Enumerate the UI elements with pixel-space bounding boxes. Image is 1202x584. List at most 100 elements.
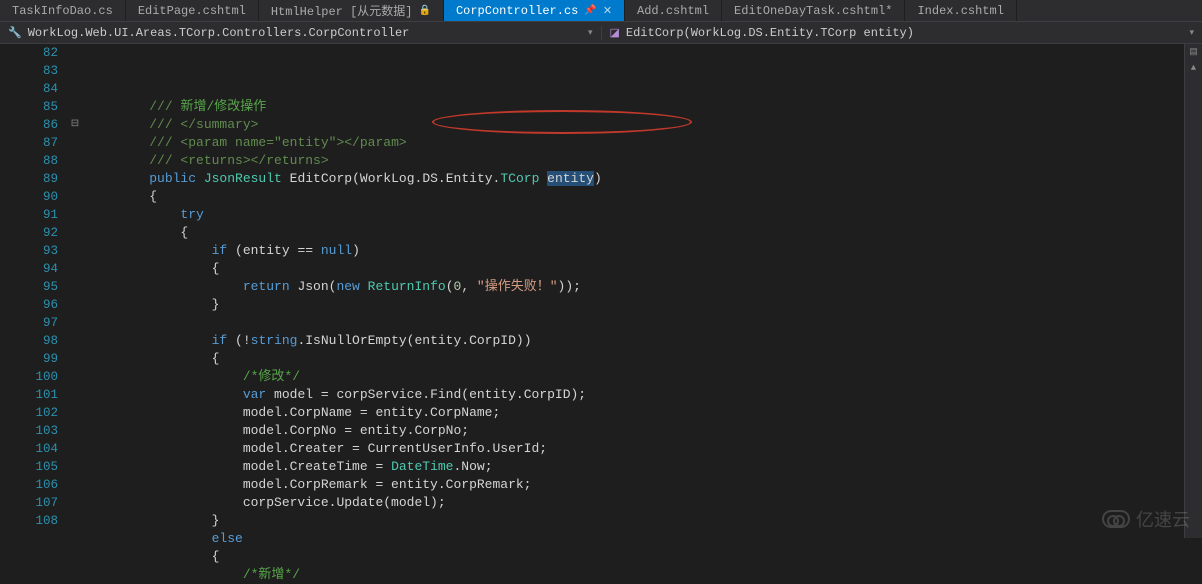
close-icon[interactable]: ✕ — [603, 4, 612, 18]
code-line[interactable]: model.CreateTime = DateTime.Now; — [118, 458, 1184, 476]
code-line[interactable]: /*修改*/ — [118, 368, 1184, 386]
code-line[interactable]: { — [118, 260, 1184, 278]
tab[interactable]: CorpController.cs 📌 ✕ — [444, 0, 625, 21]
fold-toggle — [68, 98, 82, 116]
code-token: var — [243, 387, 274, 402]
code-token: { — [212, 351, 220, 366]
line-number: 92 — [0, 224, 58, 242]
fold-toggle — [68, 440, 82, 458]
tab[interactable]: TaskInfoDao.cs — [0, 0, 126, 21]
code-line[interactable]: } — [118, 296, 1184, 314]
code-line[interactable]: /// </summary> — [118, 116, 1184, 134]
tab[interactable]: EditPage.cshtml — [126, 0, 259, 21]
code-line[interactable]: public JsonResult EditCorp(WorkLog.DS.En… — [118, 170, 1184, 188]
line-number: 98 — [0, 332, 58, 350]
breadcrumb-left[interactable]: 🔧 WorkLog.Web.UI.Areas.TCorp.Controllers… — [0, 26, 601, 40]
code-token: string — [251, 333, 298, 348]
tab-label: CorpController.cs — [456, 4, 578, 18]
line-number: 107 — [0, 494, 58, 512]
line-number: 90 — [0, 188, 58, 206]
code-token: TCorp — [500, 171, 547, 186]
split-icon[interactable]: ▤ — [1185, 44, 1202, 60]
code-token: /// <returns></returns> — [149, 153, 328, 168]
code-area[interactable]: /// 新增/修改操作 /// </summary> /// <param na… — [82, 44, 1184, 538]
line-number: 106 — [0, 476, 58, 494]
tab[interactable]: EditOneDayTask.cshtml* — [722, 0, 905, 21]
code-line[interactable]: { — [118, 350, 1184, 368]
pin-icon[interactable]: 📌 — [584, 5, 596, 17]
code-line[interactable]: { — [118, 188, 1184, 206]
code-line[interactable] — [118, 314, 1184, 332]
code-line[interactable]: /// 新增/修改操作 — [118, 98, 1184, 116]
code-token: { — [212, 261, 220, 276]
line-number: 86 — [0, 116, 58, 134]
code-line[interactable]: model.CorpRemark = entity.CorpRemark; — [118, 476, 1184, 494]
vertical-scrollbar[interactable]: ▤ ▲ — [1184, 44, 1202, 538]
fold-toggle — [68, 404, 82, 422]
code-token: model.CorpName = entity.CorpName; — [243, 405, 500, 420]
code-token: if — [212, 333, 235, 348]
code-line[interactable]: /// <param name="entity"></param> — [118, 134, 1184, 152]
fold-toggle — [68, 350, 82, 368]
code-line[interactable]: var model = corpService.Find(entity.Corp… — [118, 386, 1184, 404]
code-line[interactable]: if (entity == null) — [118, 242, 1184, 260]
tab[interactable]: Add.cshtml — [625, 0, 722, 21]
fold-toggle — [68, 62, 82, 80]
code-line[interactable]: /// <returns></returns> — [118, 152, 1184, 170]
breadcrumb-method: EditCorp(WorkLog.DS.Entity.TCorp entity) — [626, 26, 914, 40]
code-line[interactable]: model.CorpNo = entity.CorpNo; — [118, 422, 1184, 440]
code-line[interactable]: return Json(new ReturnInfo(0, "操作失败！")); — [118, 278, 1184, 296]
code-token: model = corpService.Find(entity.CorpID); — [274, 387, 586, 402]
line-number: 96 — [0, 296, 58, 314]
tab-label: TaskInfoDao.cs — [12, 4, 113, 18]
code-line[interactable]: corpService.Update(model); — [118, 494, 1184, 512]
tab[interactable]: HtmlHelper [从元数据]🔒 — [259, 0, 444, 21]
code-line[interactable]: /*新增*/ — [118, 566, 1184, 584]
code-token: if — [212, 243, 235, 258]
code-token: { — [149, 189, 157, 204]
code-token: /*新增*/ — [243, 567, 300, 582]
code-token: entity — [547, 171, 594, 186]
code-token: ) — [352, 243, 360, 258]
fold-toggle — [68, 314, 82, 332]
code-line[interactable]: else — [118, 530, 1184, 548]
line-number: 93 — [0, 242, 58, 260]
code-editor[interactable]: 8283848586878889909192939495969798991001… — [0, 44, 1202, 538]
tab-label: Index.cshtml — [917, 4, 1003, 18]
code-token: . — [438, 171, 446, 186]
fold-toggle — [68, 386, 82, 404]
breadcrumb-right[interactable]: ◪ EditCorp(WorkLog.DS.Entity.TCorp entit… — [601, 26, 1202, 40]
fold-toggle — [68, 206, 82, 224]
code-token: ) — [594, 171, 602, 186]
code-token: /// <param name=" — [149, 135, 282, 150]
fold-gutter[interactable]: ⊟ — [68, 44, 82, 538]
tab-label: HtmlHelper [从元数据] — [271, 2, 413, 19]
code-token: } — [212, 297, 220, 312]
code-line[interactable]: model.Creater = CurrentUserInfo.UserId; — [118, 440, 1184, 458]
code-line[interactable]: } — [118, 512, 1184, 530]
chevron-down-icon[interactable]: ▾ — [588, 28, 593, 38]
fold-toggle — [68, 512, 82, 530]
method-icon: ◪ — [610, 26, 620, 40]
code-token: try — [180, 207, 203, 222]
fold-toggle[interactable]: ⊟ — [68, 116, 82, 134]
code-line[interactable]: try — [118, 206, 1184, 224]
code-token: WorkLog — [360, 171, 415, 186]
scroll-up-arrow[interactable]: ▲ — [1185, 60, 1202, 76]
code-token: (! — [235, 333, 251, 348]
chevron-down-icon[interactable]: ▾ — [1189, 28, 1194, 38]
code-token: "操作失败！" — [477, 279, 558, 294]
fold-toggle — [68, 422, 82, 440]
code-line[interactable]: if (!string.IsNullOrEmpty(entity.CorpID)… — [118, 332, 1184, 350]
line-number: 84 — [0, 80, 58, 98]
code-line[interactable]: model.CorpName = entity.CorpName; — [118, 404, 1184, 422]
code-line[interactable]: { — [118, 548, 1184, 566]
code-token: null — [321, 243, 352, 258]
code-token: model.Creater = CurrentUserInfo.UserId; — [243, 441, 547, 456]
tab[interactable]: Index.cshtml — [905, 0, 1016, 21]
code-line[interactable]: { — [118, 224, 1184, 242]
code-token: public — [149, 171, 204, 186]
fold-toggle — [68, 134, 82, 152]
fold-toggle — [68, 278, 82, 296]
code-token: ( — [446, 279, 454, 294]
